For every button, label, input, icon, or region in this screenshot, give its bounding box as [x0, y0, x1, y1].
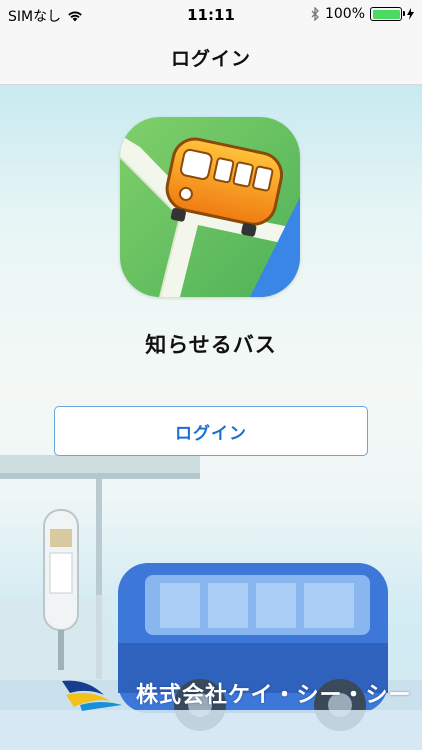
nav-title: ログイン [170, 47, 251, 70]
app-name: 知らせるバス [145, 333, 277, 357]
company-name: 株式会社ケイ・シー・シー [136, 683, 412, 708]
login-button[interactable]: ログイン [54, 406, 368, 456]
company-logo: 株式会社ケイ・シー・シー [60, 675, 412, 711]
battery-fill [372, 9, 400, 19]
status-right: 100% [311, 6, 414, 22]
bus-app-icon [120, 117, 300, 297]
battery-icon [370, 7, 405, 21]
battery-percent: 100% [324, 6, 365, 22]
navigation-bar: ログイン [0, 30, 422, 85]
company-bird-logo-icon [62, 680, 122, 711]
bluetooth-icon [311, 7, 319, 21]
login-screen-content: 知らせるバス ログイン 株式会社ケイ・シー・シー [0, 85, 422, 750]
app-icon [120, 117, 300, 297]
status-bar: SIMなし 11:11 100% [0, 0, 422, 30]
charging-icon [407, 8, 414, 20]
